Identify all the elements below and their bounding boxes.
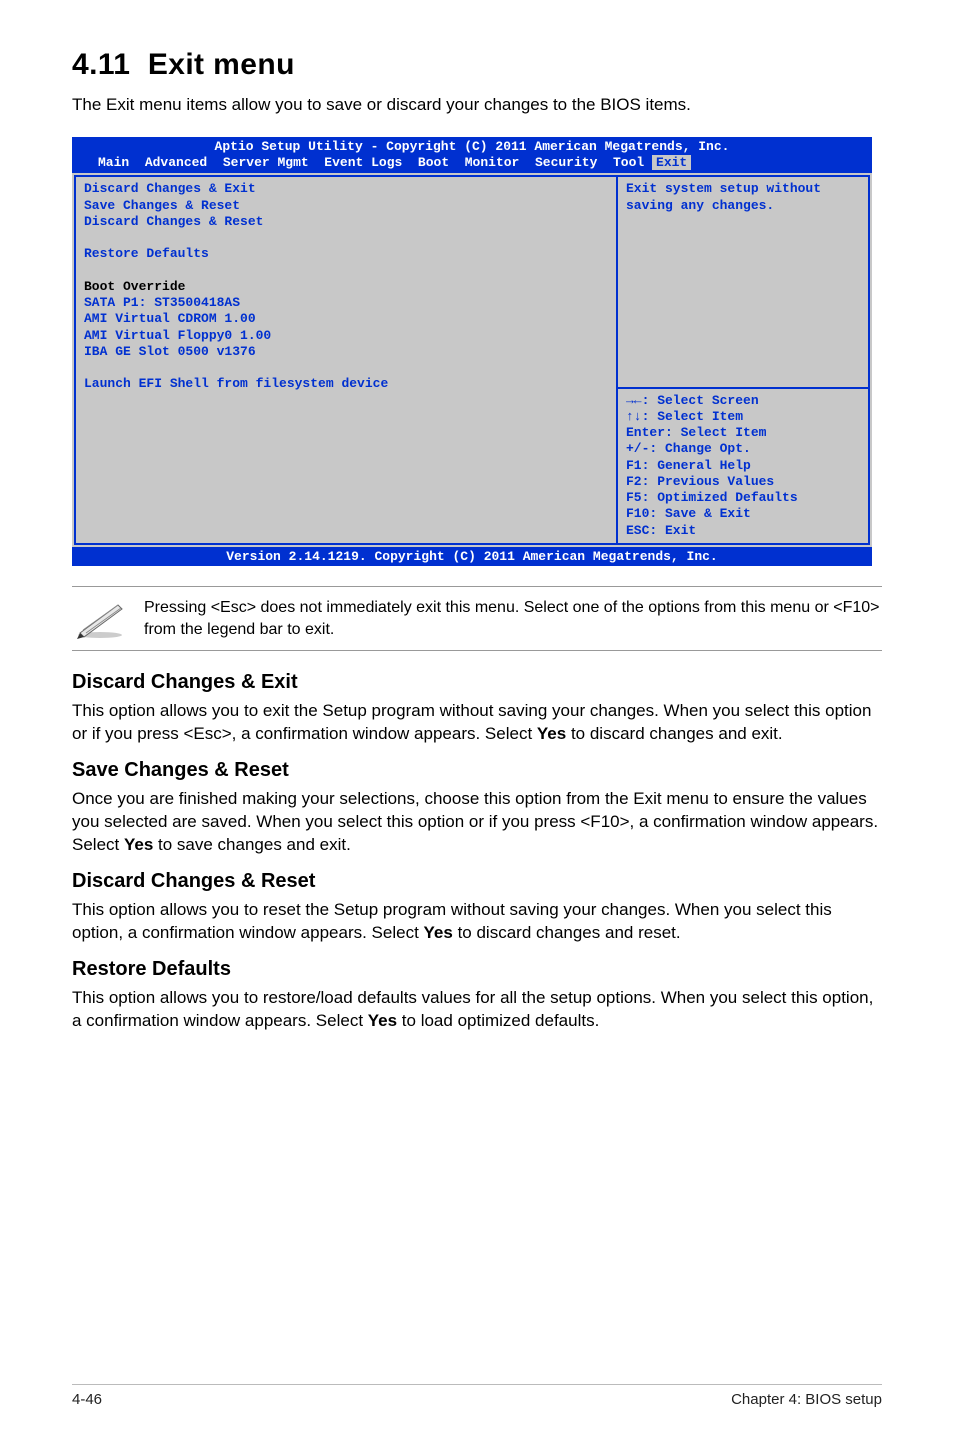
subheading-restore-defaults: Restore Defaults (72, 958, 882, 981)
bios-right-panel: Exit system setup without saving any cha… (618, 175, 870, 545)
bios-help-panel: Exit system setup without saving any cha… (618, 175, 870, 388)
page-number: 4-46 (72, 1391, 102, 1408)
note-text: Pressing <Esc> does not immediately exit… (144, 597, 880, 640)
tab-main[interactable]: Main (98, 155, 129, 170)
bios-tabs: Main Advanced Server Mgmt Event Logs Boo… (72, 155, 872, 171)
tab-security[interactable]: Security (535, 155, 597, 170)
bios-left-panel: Discard Changes & Exit Save Changes & Re… (74, 175, 618, 545)
tab-server-mgmt[interactable]: Server Mgmt (223, 155, 309, 170)
note-callout: Pressing <Esc> does not immediately exit… (72, 586, 882, 651)
emphasis: Yes (537, 724, 566, 743)
legend-line: F10: Save & Exit (626, 506, 860, 522)
bios-screenshot: Aptio Setup Utility - Copyright (C) 2011… (72, 137, 872, 566)
bios-legend: →←: Select Screen ↑↓: Select Item Enter:… (618, 389, 870, 545)
bios-footer: Version 2.14.1219. Copyright (C) 2011 Am… (72, 547, 872, 566)
tab-exit[interactable]: Exit (652, 155, 691, 170)
menu-item[interactable]: AMI Virtual Floppy0 1.00 (84, 328, 608, 344)
emphasis: Yes (368, 1011, 397, 1030)
boot-override-heading: Boot Override (84, 279, 608, 295)
paragraph: This option allows you to reset the Setu… (72, 899, 882, 944)
legend-line: Enter: Select Item (626, 425, 860, 441)
body-text: to load optimized defaults. (397, 1011, 599, 1030)
paragraph: This option allows you to exit the Setup… (72, 700, 882, 745)
menu-item[interactable]: SATA P1: ST3500418AS (84, 295, 608, 311)
subheading-discard-exit: Discard Changes & Exit (72, 671, 882, 694)
tab-advanced[interactable]: Advanced (145, 155, 207, 170)
menu-item[interactable]: Restore Defaults (84, 246, 608, 262)
legend-line: F5: Optimized Defaults (626, 490, 860, 506)
tab-boot[interactable]: Boot (418, 155, 449, 170)
menu-item[interactable]: AMI Virtual CDROM 1.00 (84, 311, 608, 327)
bios-header: Aptio Setup Utility - Copyright (C) 2011… (72, 137, 872, 174)
intro-paragraph: The Exit menu items allow you to save or… (72, 94, 882, 117)
legend-line: F2: Previous Values (626, 474, 860, 490)
section-number: 4.11 (72, 48, 130, 81)
section-heading: 4.11 Exit menu (72, 48, 882, 82)
legend-line: +/-: Change Opt. (626, 441, 860, 457)
emphasis: Yes (124, 835, 153, 854)
menu-item[interactable]: Save Changes & Reset (84, 198, 608, 214)
body-text: to save changes and exit. (153, 835, 351, 854)
paragraph: Once you are finished making your select… (72, 788, 882, 856)
chapter-label: Chapter 4: BIOS setup (731, 1391, 882, 1408)
page-footer: 4-46 Chapter 4: BIOS setup (72, 1384, 882, 1408)
subheading-save-reset: Save Changes & Reset (72, 759, 882, 782)
bios-title: Aptio Setup Utility - Copyright (C) 2011… (72, 139, 872, 155)
legend-line: F1: General Help (626, 458, 860, 474)
legend-line: ↑↓: Select Item (626, 409, 860, 425)
legend-line: ESC: Exit (626, 523, 860, 539)
section-name: Exit menu (148, 48, 295, 81)
subheading-discard-reset: Discard Changes & Reset (72, 870, 882, 893)
pencil-icon (74, 599, 126, 639)
menu-item[interactable]: IBA GE Slot 0500 v1376 (84, 344, 608, 360)
menu-item[interactable]: Discard Changes & Exit (84, 181, 608, 197)
help-text: Exit system setup without (626, 181, 860, 197)
tab-event-logs[interactable]: Event Logs (324, 155, 402, 170)
menu-item[interactable]: Discard Changes & Reset (84, 214, 608, 230)
emphasis: Yes (424, 923, 453, 942)
legend-line: →←: Select Screen (626, 393, 860, 409)
body-text: to discard changes and reset. (453, 923, 681, 942)
menu-item[interactable]: Launch EFI Shell from filesystem device (84, 376, 608, 392)
bios-body: Discard Changes & Exit Save Changes & Re… (72, 173, 872, 547)
help-text: saving any changes. (626, 198, 860, 214)
body-text: to discard changes and exit. (566, 724, 782, 743)
tab-monitor[interactable]: Monitor (465, 155, 520, 170)
tab-tool[interactable]: Tool (613, 155, 644, 170)
paragraph: This option allows you to restore/load d… (72, 987, 882, 1032)
